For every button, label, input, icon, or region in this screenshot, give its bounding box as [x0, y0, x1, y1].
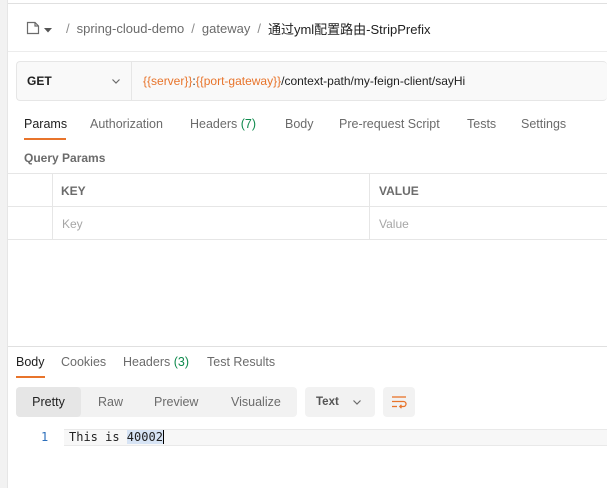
url-input[interactable]: {{server}}:{{port-gateway}}/context-path… — [132, 74, 465, 88]
url-path: /context-path/my-feign-client/sayHi — [281, 74, 466, 88]
breadcrumb-separator: / — [257, 20, 261, 36]
line-number: 1 — [41, 430, 49, 444]
response-tab-test-results[interactable]: Test Results — [207, 355, 275, 369]
tab-body[interactable]: Body — [285, 117, 314, 131]
breadcrumb-separator: / — [66, 20, 70, 36]
breadcrumb-separator: / — [191, 20, 195, 36]
tab-prerequest-script[interactable]: Pre-request Script — [339, 117, 440, 131]
headers-count: (7) — [240, 117, 257, 131]
text-cursor — [162, 430, 164, 444]
breadcrumb-collection[interactable]: spring-cloud-demo — [77, 21, 185, 36]
tab-settings[interactable]: Settings — [521, 117, 566, 131]
column-divider — [369, 174, 370, 240]
method-select[interactable]: GET — [17, 62, 132, 100]
view-preview-button[interactable]: Preview — [154, 387, 198, 417]
response-headers-count: (3) — [173, 355, 190, 369]
active-response-tab-indicator — [16, 376, 45, 378]
tab-tests[interactable]: Tests — [467, 117, 496, 131]
tab-params[interactable]: Params — [24, 117, 67, 131]
wrap-lines-icon — [392, 396, 407, 409]
tab-headers[interactable]: Headers (7) — [190, 117, 256, 131]
wrap-lines-button[interactable] — [383, 387, 415, 417]
table-header-row: KEY VALUE — [8, 174, 607, 207]
response-text: This is — [69, 430, 127, 444]
chevron-down-icon — [353, 400, 361, 405]
request-doc-icon[interactable] — [26, 21, 40, 35]
response-tab-body[interactable]: Body — [16, 355, 45, 369]
tab-headers-label: Headers — [190, 117, 238, 131]
url-var-server: {{server}} — [143, 74, 193, 88]
breadcrumb: / spring-cloud-demo / gateway / 通过yml配置路… — [26, 19, 430, 37]
request-bar: GET {{server}}:{{port-gateway}}/context-… — [16, 61, 607, 101]
param-value-input[interactable]: Value — [379, 207, 599, 240]
active-tab-indicator — [24, 138, 66, 140]
view-pretty-button[interactable]: Pretty — [16, 387, 81, 417]
breadcrumb-folder[interactable]: gateway — [202, 21, 250, 36]
response-body-editor[interactable]: 1 This is 40002 — [8, 429, 607, 446]
response-divider[interactable] — [8, 346, 607, 347]
query-params-title: Query Params — [24, 151, 106, 165]
tab-authorization[interactable]: Authorization — [90, 117, 163, 131]
format-select[interactable]: Text — [305, 387, 375, 417]
response-line: This is 40002 — [69, 429, 164, 446]
table-row: Key Value — [8, 207, 607, 240]
view-raw-button[interactable]: Raw — [98, 387, 123, 417]
view-visualize-button[interactable]: Visualize — [231, 387, 281, 417]
top-frame — [8, 0, 607, 4]
column-header-value: VALUE — [379, 183, 419, 198]
url-var-port: {{port-gateway}} — [195, 74, 282, 88]
column-divider — [52, 174, 53, 240]
sidebar-edge — [0, 0, 8, 488]
column-header-key: KEY — [61, 183, 86, 198]
request-title[interactable]: 通过yml配置路由-StripPrefix — [268, 19, 431, 38]
format-label: Text — [316, 396, 339, 408]
query-params-table: KEY VALUE Key Value — [8, 173, 607, 240]
view-mode-bar: Pretty Raw Preview Visualize — [16, 387, 297, 417]
response-tab-headers-label: Headers — [123, 355, 171, 369]
chevron-down-icon[interactable] — [43, 23, 53, 33]
selected-text: 40002 — [126, 430, 163, 444]
header-divider — [8, 51, 607, 52]
chevron-down-icon — [112, 79, 120, 84]
response-tab-cookies[interactable]: Cookies — [61, 355, 106, 369]
param-key-input[interactable]: Key — [62, 207, 362, 240]
response-tab-headers[interactable]: Headers (3) — [123, 355, 189, 369]
method-label: GET — [27, 74, 52, 88]
